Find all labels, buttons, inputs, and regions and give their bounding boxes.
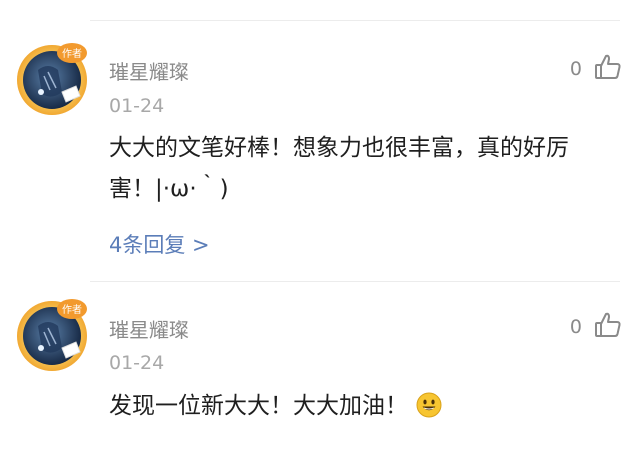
view-replies-link[interactable]: 4条回复 >: [109, 229, 210, 259]
like-count: 0: [569, 316, 582, 338]
thumbs-up-icon: [594, 53, 622, 85]
avatar[interactable]: 作者: [14, 40, 90, 116]
comment-text-row: 发现一位新大大！大大加油！: [109, 386, 609, 432]
author-badge: 作者: [62, 48, 82, 60]
comment-text: 发现一位新大大！大大加油！: [109, 393, 408, 419]
avatar[interactable]: 作者: [14, 296, 90, 372]
comment-item: 作者 璀星耀璨 0 01-24 大大的文笔好棒！想象力也很丰富，真的好厉害！|·…: [0, 0, 640, 280]
like-button[interactable]: 0: [570, 310, 622, 344]
comment-item: 作者 璀星耀璨 0 01-24 发现一位新大大！大大加油！: [0, 282, 640, 454]
like-count: 0: [569, 58, 582, 80]
grinning-face-icon: [416, 391, 442, 432]
like-button[interactable]: 0: [570, 52, 622, 86]
comment-text: 大大的文笔好棒！想象力也很丰富，真的好厉害！|·ω·｀): [109, 135, 569, 202]
username[interactable]: 璀星耀璨: [109, 314, 189, 343]
author-badge: 作者: [62, 304, 82, 316]
comment-date: 01-24: [109, 352, 165, 374]
comment-date: 01-24: [109, 95, 165, 117]
thumbs-up-icon: [594, 311, 622, 343]
username[interactable]: 璀星耀璨: [109, 56, 189, 85]
